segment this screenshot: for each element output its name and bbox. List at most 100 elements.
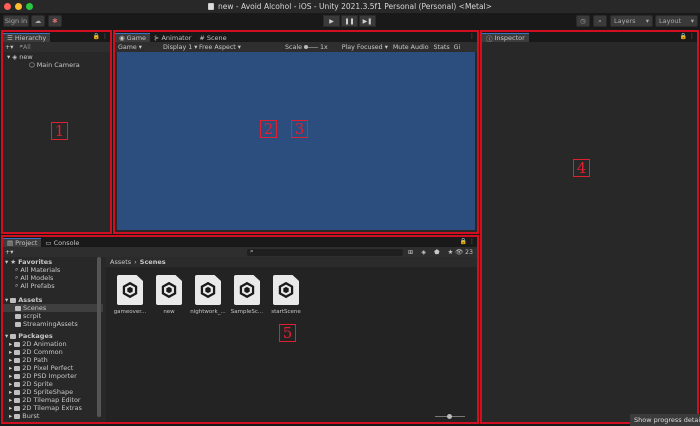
chevron-down-icon: ▾	[194, 43, 198, 51]
hierarchy-search-input[interactable]: All	[23, 44, 31, 51]
search-button[interactable]: ⌕	[593, 15, 607, 27]
sidebar-item[interactable]: ⌕ All Models	[3, 274, 103, 282]
asset-item[interactable]: SampleSc...	[227, 275, 267, 315]
collab-button[interactable]: ✱	[48, 15, 62, 27]
favorites-header[interactable]: ▾ ★ Favorites	[3, 258, 103, 266]
chevron-down-icon: ▾	[5, 296, 9, 304]
asset-label: new	[163, 309, 175, 315]
game-tabbar: ◉ Game ⊱ Animator # Scene ⋮	[115, 32, 477, 42]
asset-item[interactable]: new	[149, 275, 189, 315]
breadcrumb-root[interactable]: Assets	[110, 258, 131, 266]
cloud-button[interactable]: ☁	[31, 15, 45, 27]
sidebar-item[interactable]: ▸ 2D Sprite	[3, 380, 103, 388]
aspect-dropdown[interactable]: Free Aspect ▾	[199, 44, 285, 51]
panel-menu-icon[interactable]: 🔒 ⋮	[680, 33, 695, 40]
layout-label: Layout	[659, 17, 682, 25]
hierarchy-item[interactable]: ⬡ Main Camera	[3, 61, 110, 69]
sidebar-item[interactable]: StreamingAssets	[3, 320, 103, 328]
search-icon: ⌕	[250, 248, 254, 255]
play-button[interactable]: ▶	[323, 15, 340, 27]
asset-item[interactable]: nightwork_...	[188, 275, 228, 315]
assets-header[interactable]: ▾ Assets	[3, 296, 103, 304]
progress-detail-tooltip[interactable]: Show progress detail	[630, 414, 700, 426]
play-focused-dropdown[interactable]: Play Focused ▾	[342, 44, 388, 51]
folder-icon	[10, 297, 17, 303]
minimize-window-button[interactable]	[15, 3, 22, 10]
sidebar-item-label: 2D Tilemap Editor	[22, 396, 81, 404]
maximize-window-button[interactable]	[26, 3, 33, 10]
sidebar-item[interactable]: ▸ 2D Pixel Perfect	[3, 364, 103, 372]
scene-file-icon	[156, 275, 182, 305]
sidebar-scrollbar[interactable]	[97, 257, 101, 418]
project-search-input[interactable]	[247, 248, 403, 256]
panel-menu-icon[interactable]: ⋮	[469, 33, 475, 40]
sidebar-item[interactable]: ▸ 2D PSD Importer	[3, 372, 103, 380]
scene-file-icon	[117, 275, 143, 305]
asset-item[interactable]: gameover...	[110, 275, 150, 315]
sidebar-item[interactable]: ▸ 2D Tilemap Editor	[3, 396, 103, 404]
sidebar-item[interactable]: ▸ 2D Common	[3, 348, 103, 356]
sidebar-item[interactable]: ▸ 2D Animation	[3, 340, 103, 348]
chevron-right-icon: ▸	[9, 372, 13, 380]
sidebar-item[interactable]: scrpit	[3, 312, 103, 320]
tab-game[interactable]: ◉ Game	[115, 33, 151, 42]
sidebar-item-label: All Models	[20, 274, 54, 282]
sidebar-item[interactable]: ⌕ All Materials	[3, 266, 103, 274]
sign-in-button[interactable]: Sign in	[3, 15, 29, 27]
tab-animator[interactable]: ⊱ Animator	[150, 33, 195, 42]
layers-dropdown[interactable]: Layers ▾	[610, 15, 653, 27]
zoom-slider[interactable]	[435, 414, 465, 419]
scale-slider[interactable]	[303, 44, 318, 49]
favorites-label: Favorites	[18, 258, 53, 266]
tab-scene[interactable]: # Scene	[195, 33, 230, 42]
game-view-canvas[interactable]: 2 3	[117, 52, 475, 230]
layout-dropdown[interactable]: Layout ▾	[655, 15, 698, 27]
scene-file-icon	[234, 275, 260, 305]
scene-icon: #	[199, 33, 205, 42]
asset-item[interactable]: startScene	[266, 275, 306, 315]
close-window-button[interactable]	[4, 3, 11, 10]
tab-console-label: Console	[53, 238, 80, 247]
cloud-icon: ☁	[34, 17, 42, 25]
panel-menu-icon[interactable]: 🔒 ⋮	[460, 238, 475, 245]
chevron-right-icon: ›	[134, 258, 137, 266]
search-icon: ⌕	[15, 266, 19, 273]
display-mode-dropdown[interactable]: Game ▾	[118, 44, 163, 51]
tab-console[interactable]: ▭ Console	[41, 238, 83, 247]
chevron-down-icon: ▾	[138, 43, 142, 51]
folder-icon	[15, 321, 21, 327]
sidebar-item[interactable]: ▸ 2D Path	[3, 356, 103, 364]
sidebar-item-scenes[interactable]: Scenes	[3, 304, 103, 312]
eye-icon: 👁	[455, 249, 463, 256]
step-button[interactable]: ▶❚	[359, 15, 376, 27]
folder-icon	[14, 349, 21, 355]
zoom-slider-handle[interactable]	[447, 414, 452, 419]
mute-audio-toggle[interactable]: Mute Audio	[393, 44, 429, 51]
tab-inspector-label: Inspector	[494, 34, 525, 42]
sidebar-item[interactable]: ▸ 2D SpriteShape	[3, 388, 103, 396]
panel-menu-icon[interactable]: 🔒 ⋮	[93, 33, 108, 40]
filter-icons[interactable]: ⊞ ◈ ⬟ ★	[408, 249, 456, 256]
tab-inspector[interactable]: ⓘ Inspector	[482, 33, 529, 43]
pause-button[interactable]: ❚❚	[341, 15, 358, 27]
chevron-right-icon: ▸	[9, 348, 13, 356]
add-icon[interactable]: +▾	[5, 249, 13, 256]
sidebar-item[interactable]: ⌕ All Prefabs	[3, 282, 103, 290]
tab-project[interactable]: ▤ Project	[3, 238, 42, 247]
game-panel: ◉ Game ⊱ Animator # Scene ⋮ Game ▾ Displ…	[113, 30, 479, 234]
breadcrumb-current[interactable]: Scenes	[140, 258, 166, 266]
animator-icon: ⊱	[154, 33, 160, 42]
chevron-down-icon: ▾	[690, 17, 694, 25]
scrollbar-thumb[interactable]	[97, 257, 101, 417]
sidebar-item[interactable]: ▸ Burst	[3, 412, 103, 420]
display-dropdown[interactable]: Display 1 ▾	[163, 44, 199, 51]
assets-label: Assets	[18, 296, 43, 304]
stats-toggle[interactable]: Stats	[434, 44, 450, 51]
undo-history-button[interactable]: ◷	[576, 15, 590, 27]
hierarchy-item[interactable]: ▾ ◈ new	[3, 53, 110, 61]
packages-header[interactable]: ▾ Packages	[3, 332, 103, 340]
sidebar-item[interactable]: ▸ 2D Tilemap Extras	[3, 404, 103, 412]
gizmos-toggle[interactable]: Gi	[454, 44, 461, 51]
tab-hierarchy[interactable]: ☰ Hierarchy	[3, 33, 51, 42]
add-icon[interactable]: +▾	[5, 44, 13, 51]
